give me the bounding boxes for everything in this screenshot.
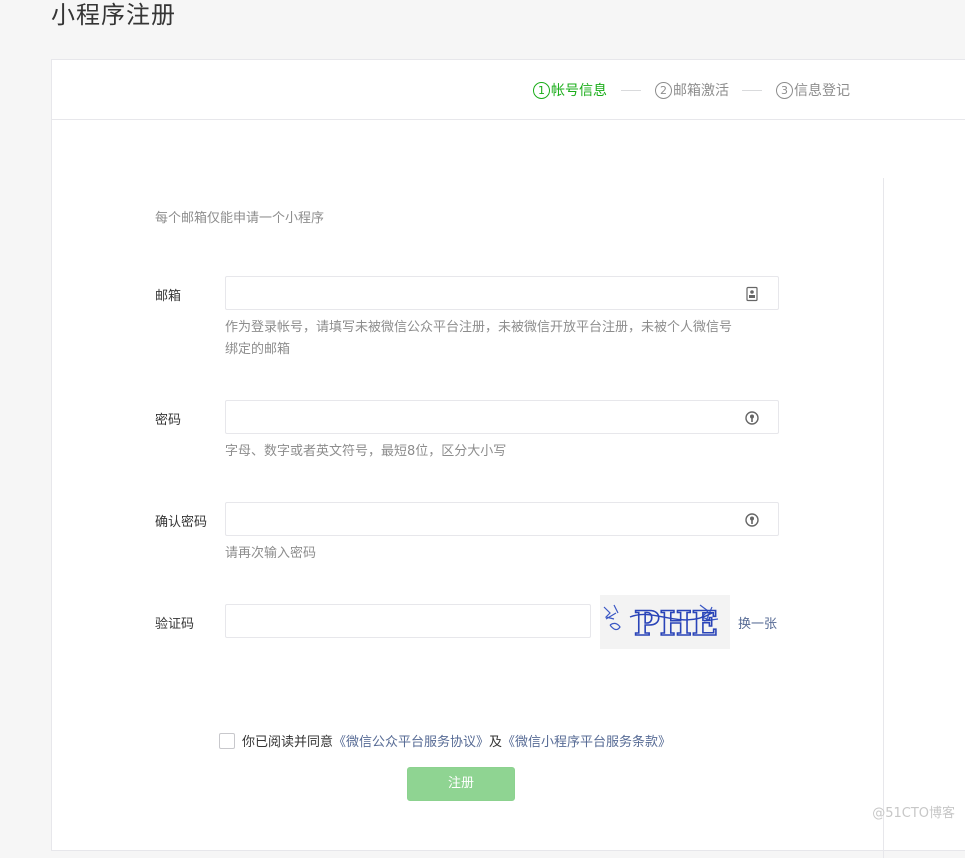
email-tip-line1: 作为登录帐号，请填写未被微信公众平台注册，未被微信开放平台注册，未被个人微信号 [225, 320, 733, 335]
confirm-password-field[interactable] [225, 502, 779, 536]
captcha-label: 验证码 [155, 617, 195, 632]
email-label: 邮箱 [155, 289, 182, 304]
step-info-registration: 3 信息登记 [776, 80, 850, 100]
refresh-captcha-link[interactable]: 换一张 [738, 613, 777, 632]
agreement-checkbox[interactable] [219, 732, 235, 749]
contact-card-icon [746, 286, 758, 302]
email-tip-line2: 绑定的邮箱 [225, 342, 291, 357]
captcha-text: PHE [634, 604, 718, 644]
step-separator [742, 90, 762, 91]
page-title: 小程序注册 [51, 1, 176, 29]
agreement-row: 你已阅读并同意 《微信公众平台服务协议》 及 《微信小程序平台服务条款》 [219, 731, 671, 750]
key-icon [745, 513, 759, 527]
email-field[interactable] [225, 276, 779, 310]
step-account-info: 1 帐号信息 [533, 80, 607, 100]
step-number: 1 [533, 81, 550, 99]
captcha-input[interactable] [225, 604, 591, 638]
password-label: 密码 [155, 413, 182, 428]
agreement-prefix: 你已阅读并同意 [242, 735, 334, 750]
register-button[interactable]: 注册 [407, 767, 515, 801]
registration-panel: 1 帐号信息 2 邮箱激活 3 信息登记 每个邮箱仅能申请一个小程序 邮箱 作为… [51, 59, 965, 858]
confirm-password-tip: 请再次输入密码 [225, 546, 317, 561]
service-agreement-link[interactable]: 《微信公众平台服务协议》 [333, 731, 489, 750]
agreement-middle: 及 [489, 735, 503, 750]
step-label: 帐号信息 [551, 83, 607, 99]
step-email-activation: 2 邮箱激活 [655, 80, 729, 100]
email-tip: 作为登录帐号，请填写未被微信公众平台注册，未被微信开放平台注册，未被个人微信号 … [225, 317, 785, 361]
step-separator [621, 90, 641, 91]
step-label: 信息登记 [794, 83, 850, 99]
content-divider [883, 178, 884, 858]
confirm-password-label: 确认密码 [155, 515, 208, 530]
step-number: 3 [776, 81, 793, 99]
captcha-image[interactable]: PHE [600, 595, 730, 649]
password-field[interactable] [225, 400, 779, 434]
step-label: 邮箱激活 [673, 83, 729, 99]
password-tip: 字母、数字或者英文符号，最短8位，区分大小写 [225, 444, 507, 459]
captcha-graphic: PHE [600, 595, 730, 649]
key-icon [745, 411, 759, 425]
miniprogram-terms-link[interactable]: 《微信小程序平台服务条款》 [502, 731, 671, 750]
step-indicator: 1 帐号信息 2 邮箱激活 3 信息登记 [52, 60, 965, 120]
watermark: @51CTO博客 [872, 806, 955, 821]
step-number: 2 [655, 81, 672, 99]
intro-text: 每个邮箱仅能申请一个小程序 [155, 211, 325, 226]
